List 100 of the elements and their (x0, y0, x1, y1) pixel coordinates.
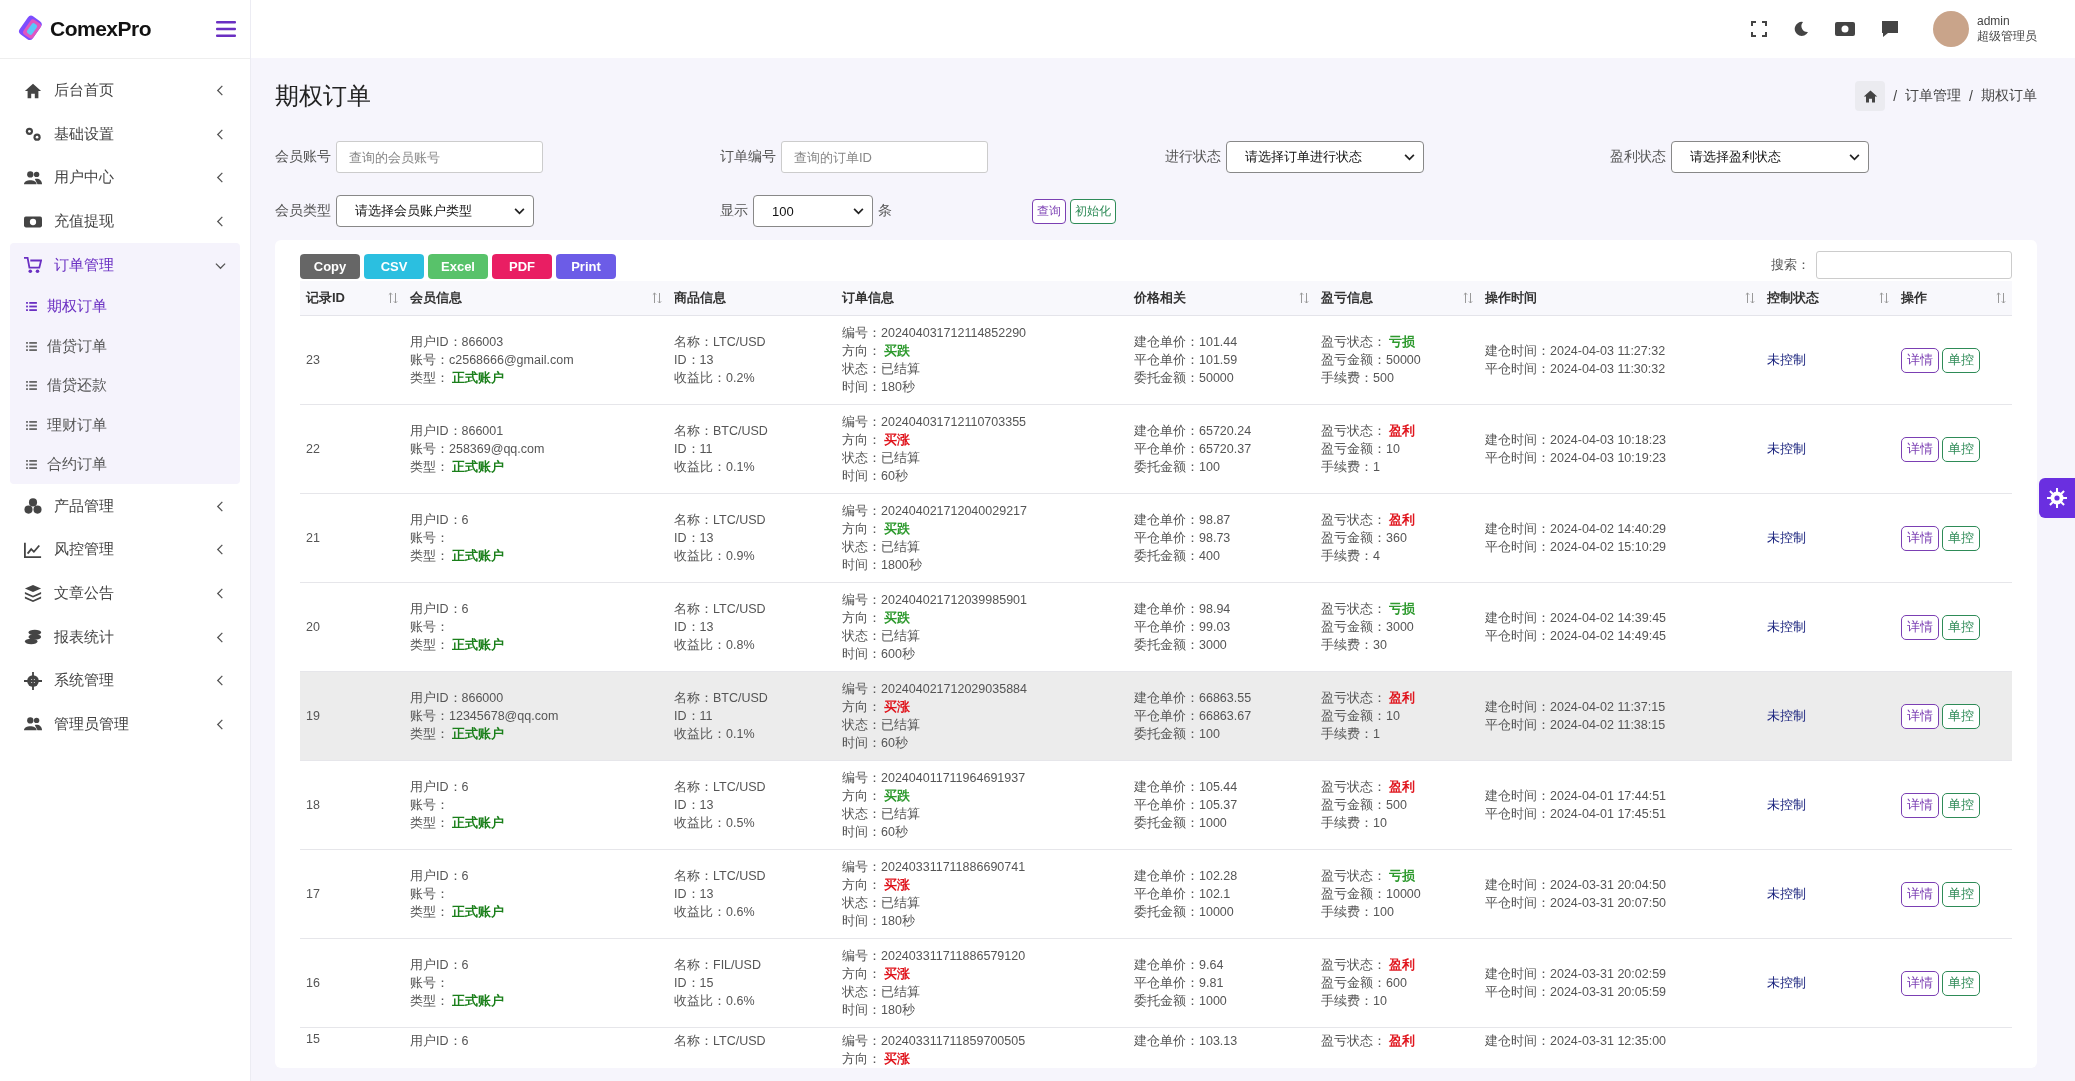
details-button[interactable]: 详情 (1901, 703, 1939, 729)
info-line: 名称：LTC/USD (674, 334, 767, 351)
submenu-item[interactable]: 期权订单 (10, 286, 240, 327)
brand-name: ComexPro (50, 17, 152, 41)
fullscreen-icon[interactable] (1751, 21, 1767, 37)
sidebar-item[interactable]: 充值提现 (10, 199, 240, 244)
sidebar-item[interactable]: 管理员管理 (10, 702, 240, 747)
sort-icon[interactable] (1745, 292, 1755, 304)
info-line: 建仓时间：2024-03-31 12:35:00 (1485, 1033, 1668, 1050)
info-line: 编号：202404031712110703355 (842, 414, 1028, 431)
sidebar-item[interactable]: 基础设置 (10, 112, 240, 157)
user-role: 超级管理员 (1977, 27, 2037, 45)
sort-icon[interactable] (1299, 292, 1309, 304)
control-button[interactable]: 单控 (1942, 347, 1980, 373)
sidebar-item[interactable]: 文章公告 (10, 571, 240, 616)
chat-icon[interactable] (1881, 20, 1899, 38)
info-line: 名称：LTC/USD (674, 601, 767, 618)
info-line: 时间：180秒 (842, 913, 916, 930)
sort-icon[interactable] (388, 292, 398, 304)
column-header: 记录ID (306, 289, 345, 307)
reset-button[interactable]: 初始化 (1070, 198, 1116, 224)
sidebar-item[interactable]: 后台首页 (10, 69, 240, 113)
home-button[interactable] (1855, 81, 1886, 111)
details-button[interactable]: 详情 (1901, 970, 1939, 996)
settings-button[interactable] (2039, 478, 2075, 518)
export-button[interactable]: Copy (300, 254, 360, 279)
submenu-item[interactable]: 理财订单 (10, 405, 240, 445)
sort-icon[interactable] (1879, 292, 1889, 304)
home-icon (1862, 88, 1878, 104)
query-button[interactable]: 查询 (1032, 198, 1066, 224)
info-line: 编号：202404031712114852290 (842, 325, 1028, 342)
column-header: 会员信息 (410, 289, 462, 307)
control-button[interactable]: 单控 (1942, 436, 1980, 462)
select-field[interactable]: 请选择会员账户类型 (336, 195, 534, 227)
control-button[interactable]: 单控 (1942, 792, 1980, 818)
control-button[interactable]: 单控 (1942, 881, 1980, 907)
header-cell[interactable]: 价格相关 (1128, 281, 1315, 316)
sort-icon[interactable] (1463, 292, 1473, 304)
header-cell[interactable]: 记录ID (300, 281, 404, 316)
info-line: 状态：已结算 (842, 806, 921, 823)
info-line: 盈亏状态： 盈利 (1321, 779, 1417, 796)
info-line: 收益比：0.6% (674, 904, 756, 921)
control-button[interactable]: 单控 (1942, 970, 1980, 996)
details-button[interactable]: 详情 (1901, 881, 1939, 907)
menu-icon[interactable] (216, 21, 236, 37)
select-field[interactable]: 100 (753, 195, 873, 227)
filter-label: 订单编号 (720, 148, 776, 166)
info-line: 建仓时间：2024-04-03 10:18:23 (1485, 432, 1668, 449)
info-line: 委托金额：10000 (1134, 904, 1235, 921)
submenu-item[interactable]: 借贷还款 (10, 365, 240, 406)
sort-icon[interactable] (652, 292, 662, 304)
sidebar-item[interactable]: 订单管理 (10, 243, 240, 287)
header-cell[interactable]: 操作时间 (1479, 281, 1761, 316)
header-cell[interactable]: 会员信息 (404, 281, 668, 316)
list-icon (26, 341, 37, 351)
info-line: 平仓单价：102.1 (1134, 886, 1232, 903)
filter-input[interactable]: 查询的会员账号 (336, 141, 543, 173)
sidebar-item[interactable]: 报表统计 (10, 615, 240, 659)
info-line: 类型： 正式账户 (410, 815, 506, 832)
details-button[interactable]: 详情 (1901, 525, 1939, 551)
info-line: ID：11 (674, 441, 714, 458)
control-button[interactable]: 单控 (1942, 703, 1980, 729)
header-cell[interactable]: 盈亏信息 (1315, 281, 1479, 316)
info-line: 方向： 买涨 (842, 1051, 912, 1068)
moon-icon[interactable] (1793, 21, 1809, 37)
info-line: 类型： 正式账户 (410, 993, 506, 1010)
info-line: 收益比：0.1% (674, 459, 756, 476)
export-button[interactable]: Print (556, 254, 616, 279)
sort-icon[interactable] (1996, 292, 2006, 304)
filter-input[interactable]: 查询的订单ID (781, 141, 988, 173)
details-button[interactable]: 详情 (1901, 436, 1939, 462)
breadcrumb-item[interactable]: 订单管理 (1905, 87, 1962, 105)
submenu-item[interactable]: 借贷订单 (10, 326, 240, 366)
sidebar-item[interactable]: 产品管理 (10, 484, 240, 529)
banknote-icon[interactable] (1835, 22, 1855, 36)
search-input[interactable] (1816, 250, 2012, 279)
info-line: 时间：60秒 (842, 735, 909, 752)
details-button[interactable]: 详情 (1901, 347, 1939, 373)
info-line: 账号： (410, 886, 450, 903)
control-button[interactable]: 单控 (1942, 614, 1980, 640)
submenu-item[interactable]: 合约订单 (10, 444, 240, 485)
info-line: 名称：LTC/USD (674, 779, 767, 796)
info-line: 时间：60秒 (842, 824, 909, 841)
header-cell[interactable]: 操作 (1895, 281, 2012, 316)
avatar[interactable] (1933, 11, 1969, 47)
info-line: 建仓单价：101.44 (1134, 334, 1239, 351)
info-line: 时间：180秒 (842, 1002, 916, 1019)
details-button[interactable]: 详情 (1901, 792, 1939, 818)
sidebar-item[interactable]: 系统管理 (10, 658, 240, 703)
info-line: 平仓单价：9.81 (1134, 975, 1225, 992)
info-line: 委托金额：50000 (1134, 370, 1235, 387)
control-button[interactable]: 单控 (1942, 525, 1980, 551)
sidebar-item[interactable]: 用户中心 (10, 156, 240, 200)
select-field[interactable]: 请选择订单进行状态 (1226, 141, 1424, 173)
header-cell[interactable]: 控制状态 (1761, 281, 1895, 316)
info-line: 类型： 正式账户 (410, 637, 506, 654)
sidebar-item[interactable]: 风控管理 (10, 528, 240, 572)
select-field[interactable]: 请选择盈利状态 (1671, 141, 1869, 173)
details-button[interactable]: 详情 (1901, 614, 1939, 640)
export-button[interactable]: PDF (492, 254, 552, 279)
